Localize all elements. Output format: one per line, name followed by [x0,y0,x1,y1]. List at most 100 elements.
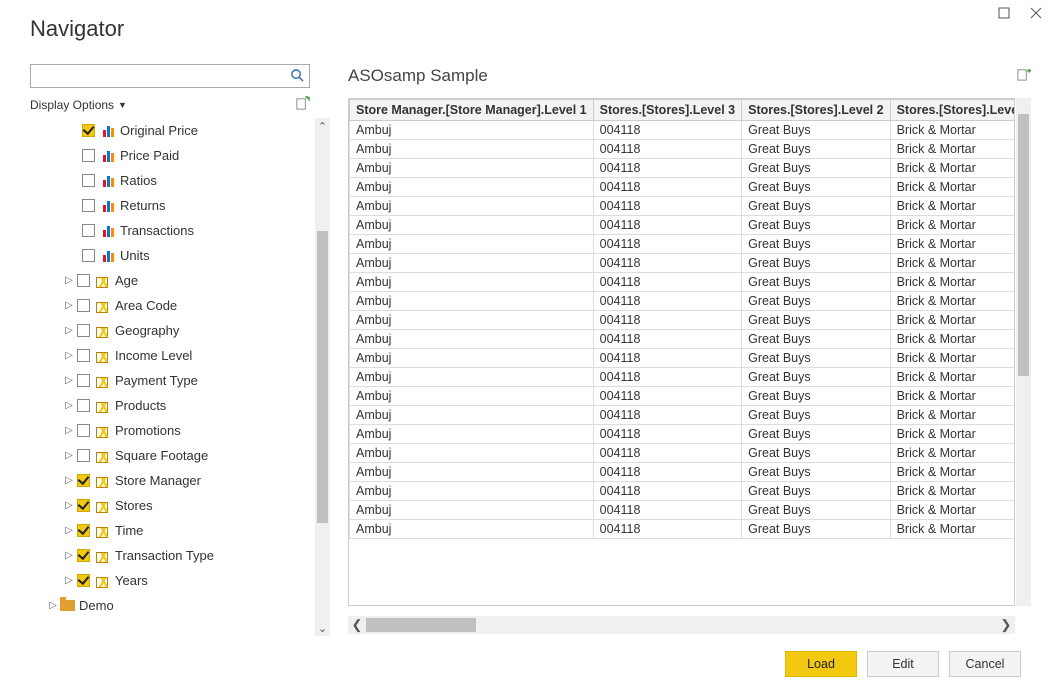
expand-icon[interactable]: ▷ [63,450,75,461]
checkbox[interactable] [82,174,95,187]
checkbox[interactable] [77,574,90,587]
tree-item-dimension[interactable]: ▷Products [25,393,314,418]
table-row[interactable]: Ambuj004118Great BuysBrick & Mortar [350,140,1016,159]
maximize-button[interactable] [997,6,1011,20]
expand-icon[interactable]: ▷ [63,275,75,286]
expand-icon[interactable]: ▷ [63,425,75,436]
table-row[interactable]: Ambuj004118Great BuysBrick & Mortar [350,482,1016,501]
scroll-right-icon[interactable]: ❯ [997,616,1015,634]
checkbox[interactable] [77,424,90,437]
table-row[interactable]: Ambuj004118Great BuysBrick & Mortar [350,235,1016,254]
tree-item-dimension[interactable]: ▷Promotions [25,418,314,443]
expand-icon[interactable]: ▷ [47,600,59,611]
table-row[interactable]: Ambuj004118Great BuysBrick & Mortar [350,425,1016,444]
checkbox[interactable] [82,224,95,237]
table-row[interactable]: Ambuj004118Great BuysBrick & Mortar [350,501,1016,520]
column-header[interactable]: Stores.[Stores].Level 1 [890,100,1015,121]
tree-item-measure[interactable]: Ratios [25,168,314,193]
checkbox[interactable] [77,324,90,337]
expand-icon[interactable]: ▷ [63,550,75,561]
table-row[interactable]: Ambuj004118Great BuysBrick & Mortar [350,197,1016,216]
checkbox[interactable] [77,449,90,462]
tree-scroll-thumb[interactable] [317,231,328,523]
scroll-left-icon[interactable]: ❮ [348,616,366,634]
tree-item-measure[interactable]: Transactions [25,218,314,243]
table-row[interactable]: Ambuj004118Great BuysBrick & Mortar [350,178,1016,197]
checkbox[interactable] [82,199,95,212]
tree-item-dimension[interactable]: ▷Years [25,568,314,593]
tree-item-dimension[interactable]: ▷Geography [25,318,314,343]
checkbox[interactable] [82,149,95,162]
table-row[interactable]: Ambuj004118Great BuysBrick & Mortar [350,330,1016,349]
checkbox[interactable] [77,549,90,562]
edit-button[interactable]: Edit [867,651,939,677]
tree-item-dimension[interactable]: ▷Area Code [25,293,314,318]
checkbox[interactable] [77,399,90,412]
expand-icon[interactable]: ▷ [63,300,75,311]
expand-icon[interactable]: ▷ [63,575,75,586]
scroll-up-icon[interactable]: ⌃ [315,118,330,134]
expand-icon[interactable]: ▷ [63,350,75,361]
checkbox[interactable] [77,374,90,387]
tree-item-dimension[interactable]: ▷Time [25,518,314,543]
checkbox[interactable] [77,474,90,487]
table-row[interactable]: Ambuj004118Great BuysBrick & Mortar [350,387,1016,406]
tree-item-dimension[interactable]: ▷Income Level [25,343,314,368]
tree-item-measure[interactable]: Returns [25,193,314,218]
table-vscroll-thumb[interactable] [1018,114,1029,376]
table-row[interactable]: Ambuj004118Great BuysBrick & Mortar [350,406,1016,425]
tree-item-measure[interactable]: Original Price [25,118,314,143]
table-row[interactable]: Ambuj004118Great BuysBrick & Mortar [350,292,1016,311]
table-row[interactable]: Ambuj004118Great BuysBrick & Mortar [350,349,1016,368]
tree-scrollbar[interactable]: ⌃ ⌄ [315,118,330,636]
table-hscrollbar[interactable]: ❮ ❯ [348,616,1015,634]
table-row[interactable]: Ambuj004118Great BuysBrick & Mortar [350,273,1016,292]
table-row[interactable]: Ambuj004118Great BuysBrick & Mortar [350,254,1016,273]
checkbox[interactable] [77,524,90,537]
table-row[interactable]: Ambuj004118Great BuysBrick & Mortar [350,463,1016,482]
table-row[interactable]: Ambuj004118Great BuysBrick & Mortar [350,121,1016,140]
close-button[interactable] [1029,6,1043,20]
checkbox[interactable] [77,349,90,362]
column-header[interactable]: Stores.[Stores].Level 3 [593,100,741,121]
table-row[interactable]: Ambuj004118Great BuysBrick & Mortar [350,311,1016,330]
display-options-dropdown[interactable]: Display Options ▼ [30,98,127,112]
cancel-button[interactable]: Cancel [949,651,1021,677]
tree-item-dimension[interactable]: ▷Store Manager [25,468,314,493]
column-header[interactable]: Stores.[Stores].Level 2 [742,100,890,121]
table-row[interactable]: Ambuj004118Great BuysBrick & Mortar [350,368,1016,387]
refresh-icon[interactable] [295,96,310,114]
add-items-icon[interactable] [1016,67,1031,85]
checkbox[interactable] [77,299,90,312]
expand-icon[interactable]: ▷ [63,325,75,336]
expand-icon[interactable]: ▷ [63,400,75,411]
table-row[interactable]: Ambuj004118Great BuysBrick & Mortar [350,520,1016,539]
column-header[interactable]: Store Manager.[Store Manager].Level 1 [350,100,594,121]
tree-item-dimension[interactable]: ▷Stores [25,493,314,518]
tree-item-dimension[interactable]: ▷Square Footage [25,443,314,468]
scroll-down-icon[interactable]: ⌄ [315,620,330,636]
expand-icon[interactable]: ▷ [63,375,75,386]
checkbox[interactable] [82,249,95,262]
table-hscroll-thumb[interactable] [366,618,476,632]
tree-item-measure[interactable]: Units [25,243,314,268]
table-row[interactable]: Ambuj004118Great BuysBrick & Mortar [350,159,1016,178]
tree-item-dimension[interactable]: ▷Age [25,268,314,293]
search-input[interactable] [30,64,310,88]
table-row[interactable]: Ambuj004118Great BuysBrick & Mortar [350,216,1016,235]
checkbox[interactable] [82,124,95,137]
expand-icon[interactable]: ▷ [63,500,75,511]
checkbox[interactable] [77,274,90,287]
checkbox[interactable] [77,499,90,512]
expand-icon[interactable]: ▷ [63,525,75,536]
table-row[interactable]: Ambuj004118Great BuysBrick & Mortar [350,444,1016,463]
tree-item-measure[interactable]: Price Paid [25,143,314,168]
tree-item-dimension[interactable]: ▷Transaction Type [25,543,314,568]
load-button[interactable]: Load [785,651,857,677]
table-vscrollbar[interactable] [1016,98,1031,606]
expand-icon[interactable]: ▷ [63,475,75,486]
tree-item-folder[interactable]: ▷Demo [25,593,314,618]
tree-item-dimension[interactable]: ▷Payment Type [25,368,314,393]
scroll-up-icon[interactable] [1016,98,1031,114]
search-field[interactable] [31,65,309,87]
